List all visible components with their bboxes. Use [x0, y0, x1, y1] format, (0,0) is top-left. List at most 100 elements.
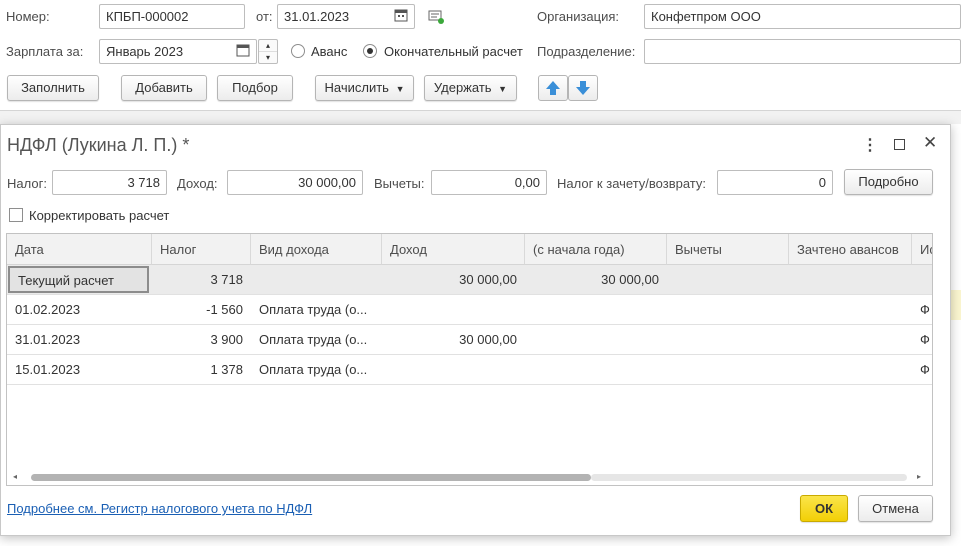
ok-button[interactable]: ОК	[800, 495, 848, 522]
deductions-label: Вычеты:	[374, 176, 425, 191]
stepper-up-icon[interactable]: ▴	[259, 40, 277, 52]
cell-deductions[interactable]	[667, 295, 789, 324]
cell-tax[interactable]: 3 718	[152, 265, 251, 294]
offset-field[interactable]: 0	[717, 170, 833, 195]
offset-label: Налог к зачету/возврату:	[557, 176, 707, 191]
radio-final-label: Окончательный расчет	[384, 44, 523, 59]
cell-ytd[interactable]	[525, 355, 667, 384]
ndfl-table: Дата Налог Вид дохода Доход (с начала го…	[6, 233, 933, 486]
cell-advances[interactable]	[789, 265, 912, 294]
scrollbar-track	[591, 474, 907, 481]
number-field[interactable]: КПБП-000002	[99, 4, 245, 29]
cell-deductions[interactable]	[667, 325, 789, 354]
cell-source[interactable]: Ф	[912, 355, 932, 384]
radio-final[interactable]	[363, 44, 377, 58]
cell-deductions[interactable]	[667, 265, 789, 294]
period-stepper[interactable]: ▴ ▾	[258, 39, 278, 64]
stepper-down-icon[interactable]: ▾	[259, 52, 277, 63]
cell-source[interactable]: Ф	[912, 295, 932, 324]
tax-field[interactable]: 3 718	[52, 170, 167, 195]
table-row[interactable]: 01.02.2023 -1 560 Оплата труда (о... Ф	[7, 295, 932, 325]
fill-button[interactable]: Заполнить	[7, 75, 99, 101]
cell-advances[interactable]	[789, 325, 912, 354]
cancel-button[interactable]: Отмена	[858, 495, 933, 522]
accrue-button[interactable]: Начислить ▼	[315, 75, 414, 101]
withhold-label: Удержать	[433, 80, 492, 95]
column-header-date[interactable]: Дата	[7, 234, 152, 265]
cell-date[interactable]: 01.02.2023	[7, 295, 152, 324]
cell-income[interactable]: 30 000,00	[382, 265, 525, 294]
ndfl-dialog: НДФЛ (Лукина Л. П.) * ⋮ ✕ Налог: 3 718 Д…	[0, 124, 951, 536]
cell-tax[interactable]: -1 560	[152, 295, 251, 324]
maximize-icon[interactable]	[894, 139, 905, 150]
column-header-tax[interactable]: Налог	[152, 234, 251, 265]
cell-date[interactable]: 15.01.2023	[7, 355, 152, 384]
cell-ytd[interactable]	[525, 325, 667, 354]
move-down-button[interactable]	[568, 75, 598, 101]
cell-tax[interactable]: 1 378	[152, 355, 251, 384]
table-row[interactable]: 31.01.2023 3 900 Оплата труда (о... 30 0…	[7, 325, 932, 355]
close-icon[interactable]: ✕	[923, 133, 937, 153]
number-label: Номер:	[6, 9, 50, 24]
cell-income[interactable]	[382, 355, 525, 384]
dialog-title: НДФЛ (Лукина Л. П.) *	[7, 135, 190, 155]
scroll-right-icon[interactable]: ▸	[917, 472, 921, 481]
scroll-left-icon[interactable]: ◂	[13, 472, 17, 481]
cell-ytd[interactable]: 30 000,00	[525, 265, 667, 294]
arrow-down-icon	[576, 81, 590, 95]
calendar-icon[interactable]	[236, 43, 250, 60]
pick-button[interactable]: Подбор	[217, 75, 293, 101]
column-header-deductions[interactable]: Вычеты	[667, 234, 789, 265]
column-header-source[interactable]: Ис	[912, 234, 932, 265]
salary-period-value: Январь 2023	[106, 44, 184, 59]
cell-advances[interactable]	[789, 355, 912, 384]
date-label: от:	[256, 9, 273, 24]
cell-source[interactable]: Ф	[912, 325, 932, 354]
organization-field[interactable]: Конфетпром ООО	[644, 4, 961, 29]
cell-income-kind[interactable]: Оплата труда (о...	[251, 295, 382, 324]
column-header-income[interactable]: Доход	[382, 234, 525, 265]
cell-income-kind[interactable]: Оплата труда (о...	[251, 325, 382, 354]
cell-income-kind[interactable]: Оплата труда (о...	[251, 355, 382, 384]
cell-deductions[interactable]	[667, 355, 789, 384]
horizontal-scrollbar[interactable]: ◂ ▸	[7, 469, 932, 485]
dropdown-arrow-icon: ▼	[498, 84, 508, 94]
scrollbar-thumb[interactable]	[31, 474, 591, 481]
cell-ytd[interactable]	[525, 295, 667, 324]
calendar-icon[interactable]	[394, 8, 412, 24]
accrue-label: Начислить	[324, 80, 389, 95]
subdivision-field[interactable]	[644, 39, 961, 64]
move-up-button[interactable]	[538, 75, 568, 101]
background-table-header	[0, 110, 961, 124]
ndfl-register-link[interactable]: Подробнее см. Регистр налогового учета п…	[7, 501, 312, 516]
cell-source[interactable]	[912, 265, 932, 294]
column-header-ytd[interactable]: (с начала года)	[525, 234, 667, 265]
deductions-field[interactable]: 0,00	[431, 170, 547, 195]
document-flow-icon[interactable]	[428, 10, 444, 27]
table-row[interactable]: 15.01.2023 1 378 Оплата труда (о... Ф	[7, 355, 932, 385]
salary-period-label: Зарплата за:	[6, 44, 84, 59]
cell-income-kind[interactable]	[251, 265, 382, 294]
radio-advance[interactable]	[291, 44, 305, 58]
cell-income[interactable]	[382, 295, 525, 324]
correct-label: Корректировать расчет	[29, 208, 170, 223]
income-field[interactable]: 30 000,00	[227, 170, 363, 195]
cell-date[interactable]: 31.01.2023	[7, 325, 152, 354]
income-label: Доход:	[177, 176, 218, 191]
cell-tax[interactable]: 3 900	[152, 325, 251, 354]
table-row[interactable]: Текущий расчет 3 718 30 000,00 30 000,00	[7, 265, 932, 295]
cell-income[interactable]: 30 000,00	[382, 325, 525, 354]
cell-advances[interactable]	[789, 295, 912, 324]
background-row-highlight	[951, 290, 961, 320]
correct-checkbox[interactable]	[9, 208, 23, 222]
salary-period-field[interactable]: Январь 2023	[99, 39, 257, 64]
withhold-button[interactable]: Удержать ▼	[424, 75, 517, 101]
add-button[interactable]: Добавить	[121, 75, 207, 101]
organization-label: Организация:	[537, 9, 620, 24]
cell-date[interactable]: Текущий расчет	[8, 266, 149, 293]
column-header-income-kind[interactable]: Вид дохода	[251, 234, 382, 265]
column-header-advances[interactable]: Зачтено авансов	[789, 234, 912, 265]
more-icon[interactable]: ⋮	[862, 135, 878, 155]
arrow-up-icon	[546, 81, 560, 95]
details-button[interactable]: Подробно	[844, 169, 933, 195]
